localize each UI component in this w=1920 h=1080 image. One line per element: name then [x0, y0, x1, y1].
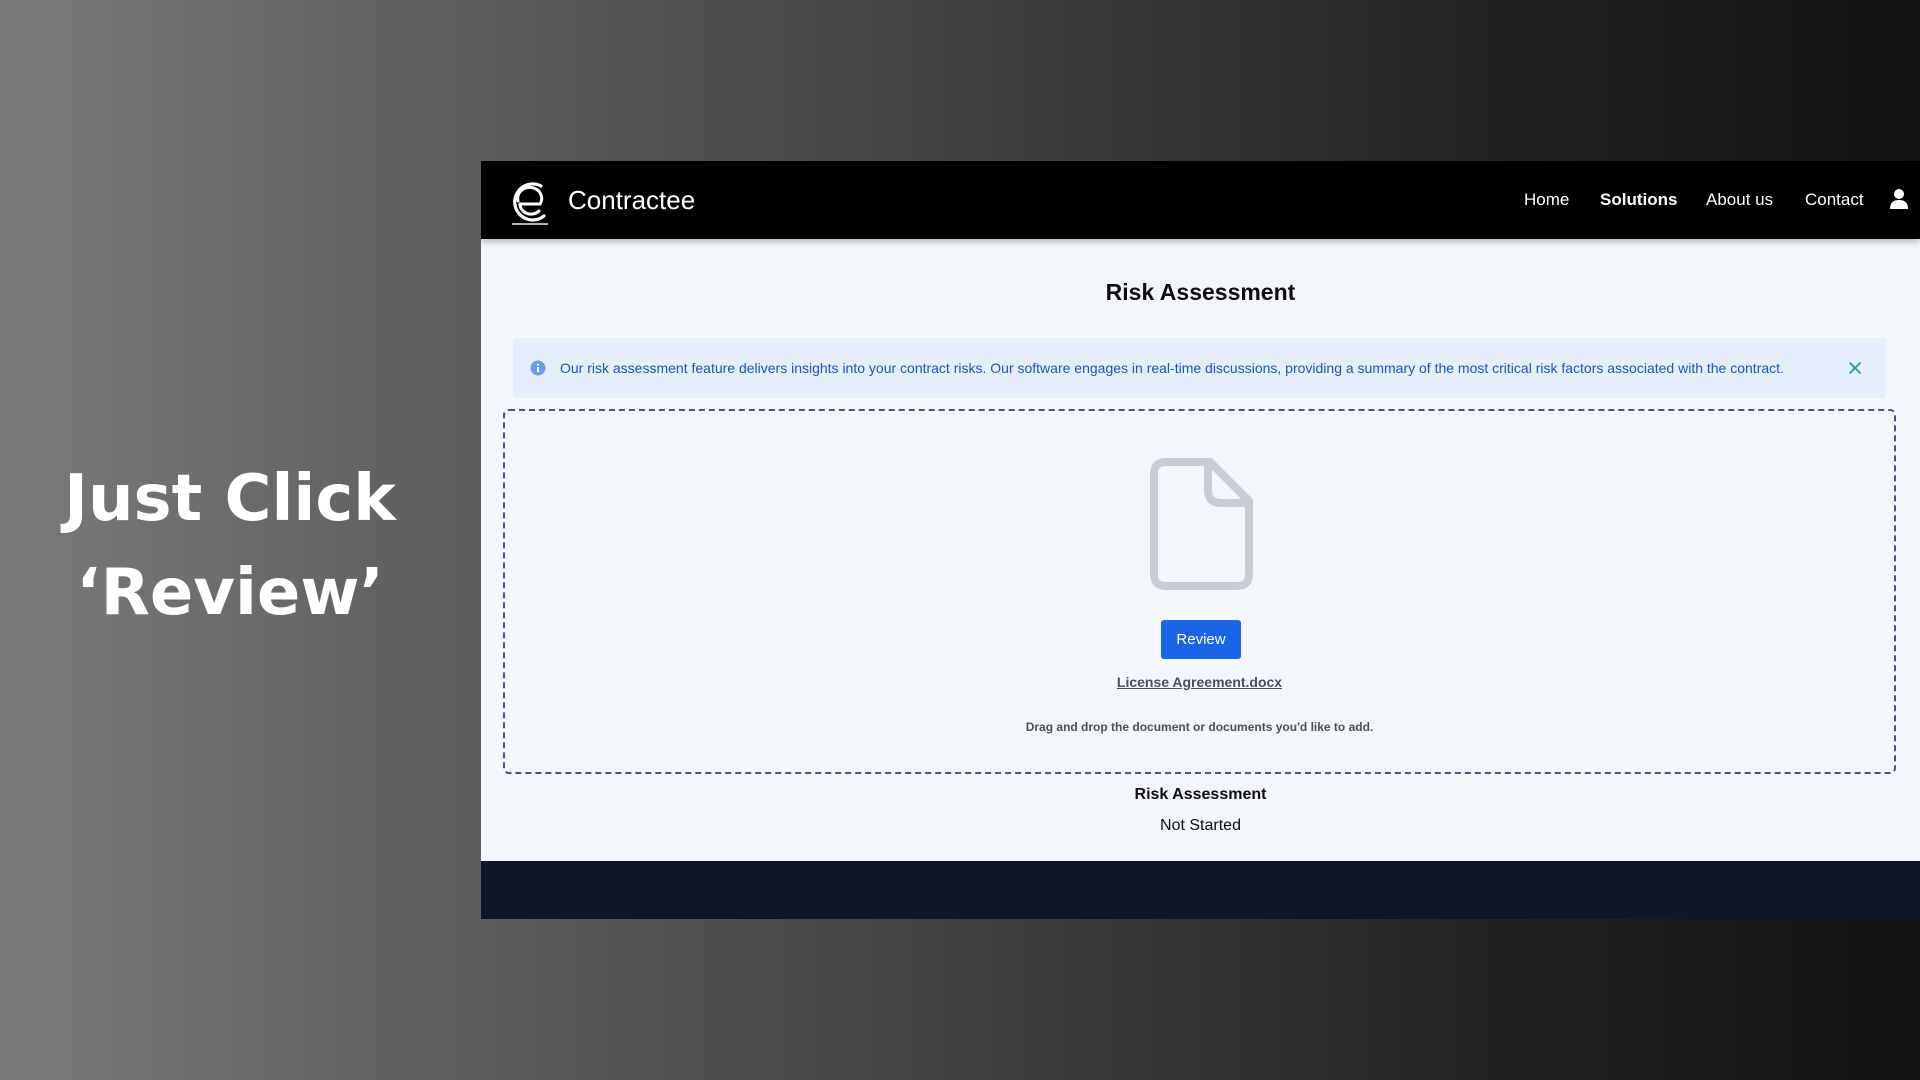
- navbar: Contractee Home Solutions About us Conta…: [481, 161, 1920, 239]
- uploaded-file-link[interactable]: License Agreement.docx: [505, 673, 1894, 691]
- status-label: Risk Assessment: [1134, 786, 1267, 803]
- contractee-logo[interactable]: [508, 178, 552, 228]
- promo-caption: Just Click ‘Review’: [0, 452, 460, 640]
- document-icon: [1150, 458, 1253, 590]
- brand-name[interactable]: Contractee: [568, 184, 695, 216]
- status-value: Not Started: [1160, 817, 1241, 834]
- caption-line-2: ‘Review’: [76, 556, 384, 630]
- nav-solutions[interactable]: Solutions: [1600, 189, 1677, 211]
- alert-message: Our risk assessment feature delivers ins…: [560, 360, 1784, 376]
- review-button[interactable]: Review: [1161, 620, 1241, 659]
- upload-dropzone[interactable]: Review License Agreement.docx Drag and d…: [503, 409, 1896, 774]
- info-icon: [530, 360, 546, 376]
- caption-line-1: Just Click: [64, 462, 396, 536]
- app-window: Contractee Home Solutions About us Conta…: [481, 161, 1920, 919]
- close-icon[interactable]: [1848, 361, 1862, 375]
- page-title: Risk Assessment: [1105, 279, 1296, 305]
- footer: [481, 861, 1920, 919]
- dropzone-hint: Drag and drop the document or documents …: [1025, 720, 1374, 734]
- nav-home[interactable]: Home: [1524, 189, 1569, 211]
- nav-contact[interactable]: Contact: [1805, 189, 1864, 211]
- user-icon[interactable]: [1889, 188, 1909, 210]
- nav-about-us[interactable]: About us: [1706, 189, 1773, 211]
- info-alert: Our risk assessment feature delivers ins…: [513, 338, 1886, 398]
